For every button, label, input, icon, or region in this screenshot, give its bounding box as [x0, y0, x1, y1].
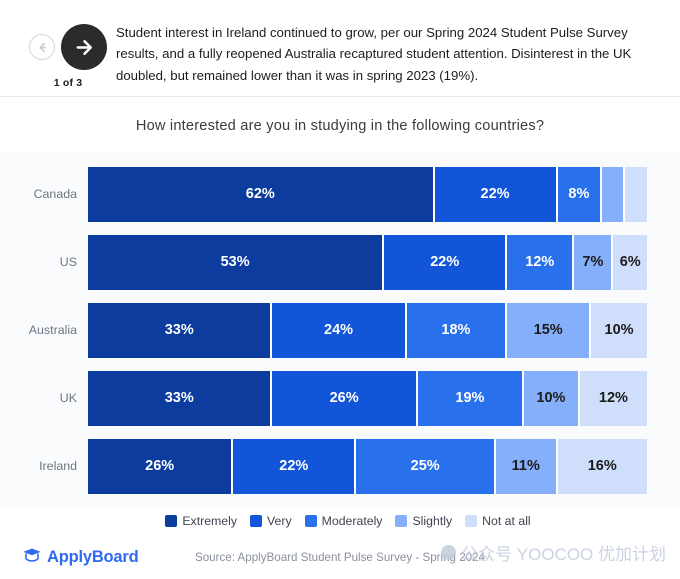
legend-label: Very — [267, 514, 292, 528]
carousel-nav: 1 of 3 — [24, 18, 112, 89]
chart-title: How interested are you in studying in th… — [135, 118, 545, 134]
arrow-left-icon — [36, 41, 49, 54]
legend-label: Not at all — [482, 514, 531, 528]
bar-segment[interactable]: 10% — [591, 302, 647, 358]
chart: Canada 62% 22% 8% US 53% 22% 12% 7% 6% Australia 33… — [0, 152, 680, 507]
bar-segment[interactable]: 24% — [272, 302, 407, 358]
chart-row: UK 33% 26% 19% 10% 12% — [0, 364, 647, 432]
legend-item[interactable]: Not at all — [465, 514, 531, 528]
row-label-australia: Australia — [28, 323, 77, 337]
header: 1 of 3 Student interest in Ireland conti… — [0, 0, 680, 97]
legend-swatch-icon — [465, 515, 478, 527]
stacked-bar: 26% 22% 25% 11% 16% — [88, 438, 647, 494]
bar-segment[interactable] — [602, 166, 625, 222]
legend-item[interactable]: Very — [250, 514, 292, 528]
bar-segment[interactable]: 18% — [406, 302, 508, 358]
row-label-ireland: Ireland — [39, 459, 77, 473]
bar-segment[interactable]: 16% — [557, 438, 647, 494]
bar-segment[interactable]: 6% — [613, 234, 647, 290]
footer: ApplyBoard Source: ApplyBoard Student Pu… — [0, 535, 680, 579]
row-label-us: US — [59, 255, 77, 269]
applyboard-logo[interactable]: ApplyBoard — [22, 546, 139, 568]
legend-item[interactable]: Slightly — [395, 514, 452, 528]
legend-swatch-icon — [250, 515, 263, 527]
watermark-text: 公众号 YOOCOO 优加计划 — [461, 545, 666, 564]
carousel-nav-buttons — [29, 24, 107, 70]
stacked-bar: 62% 22% 8% — [88, 166, 647, 222]
legend-swatch-icon — [165, 515, 178, 527]
headline-text: Student interest in Ireland continued to… — [116, 25, 632, 83]
stacked-bar: 33% 24% 18% 15% 10% — [88, 302, 647, 358]
legend-swatch-icon — [395, 515, 408, 527]
brand-name: ApplyBoard — [47, 547, 139, 566]
bar-segment[interactable] — [624, 166, 647, 222]
bar-segment[interactable]: 25% — [356, 438, 497, 494]
bar-segment[interactable]: 7% — [574, 234, 614, 290]
bar-segment[interactable]: 53% — [88, 234, 385, 290]
bar-segment[interactable]: 19% — [417, 370, 524, 426]
legend-swatch-icon — [304, 515, 317, 527]
bar-segment[interactable]: 26% — [272, 370, 418, 426]
row-label-canada: Canada — [33, 187, 77, 201]
chart-row: Canada 62% 22% 8% — [0, 160, 647, 228]
bar-segment[interactable]: 15% — [507, 302, 592, 358]
bar-segment[interactable]: 26% — [88, 438, 234, 494]
legend-label: Slightly — [412, 514, 453, 528]
bar-segment[interactable]: 12% — [507, 234, 575, 290]
arrow-right-icon — [73, 36, 96, 59]
legend-label: Moderately — [321, 514, 383, 528]
legend-item[interactable]: Extremely — [165, 514, 237, 528]
previous-slide-button[interactable] — [29, 34, 55, 60]
watermark: 公众号 YOOCOO 优加计划 — [441, 540, 666, 565]
bar-segment[interactable]: 22% — [384, 234, 508, 290]
stacked-bar: 53% 22% 12% 7% 6% — [88, 234, 647, 290]
bar-segment[interactable]: 12% — [579, 370, 647, 426]
bar-segment[interactable]: 33% — [88, 302, 273, 358]
bar-segment[interactable]: 33% — [88, 370, 273, 426]
infographic-card: 1 of 3 Student interest in Ireland conti… — [0, 0, 680, 579]
watermark-logo-icon — [441, 545, 457, 560]
chart-rows: Canada 62% 22% 8% US 53% 22% 12% 7% 6% Australia 33… — [0, 152, 647, 500]
chart-row: Ireland 26% 22% 25% 11% 16% — [0, 432, 647, 500]
bar-segment[interactable]: 10% — [524, 370, 580, 426]
legend-label: Extremely — [182, 514, 238, 528]
bar-segment[interactable]: 62% — [88, 166, 435, 222]
graduation-cap-icon — [22, 546, 42, 568]
legend-item[interactable]: Moderately — [304, 514, 383, 528]
chart-row: US 53% 22% 12% 7% 6% — [0, 228, 647, 296]
bar-segment[interactable]: 22% — [434, 166, 558, 222]
next-slide-button[interactable] — [61, 24, 107, 70]
chart-row: Australia 33% 24% 18% 15% 10% — [0, 296, 647, 364]
bar-segment[interactable]: 22% — [233, 438, 357, 494]
row-label-uk: UK — [59, 391, 77, 405]
stacked-bar: 33% 26% 19% 10% 12% — [88, 370, 647, 426]
slide-counter: 1 of 3 — [53, 77, 83, 89]
bar-segment[interactable]: 11% — [496, 438, 558, 494]
bar-segment[interactable]: 8% — [557, 166, 603, 222]
